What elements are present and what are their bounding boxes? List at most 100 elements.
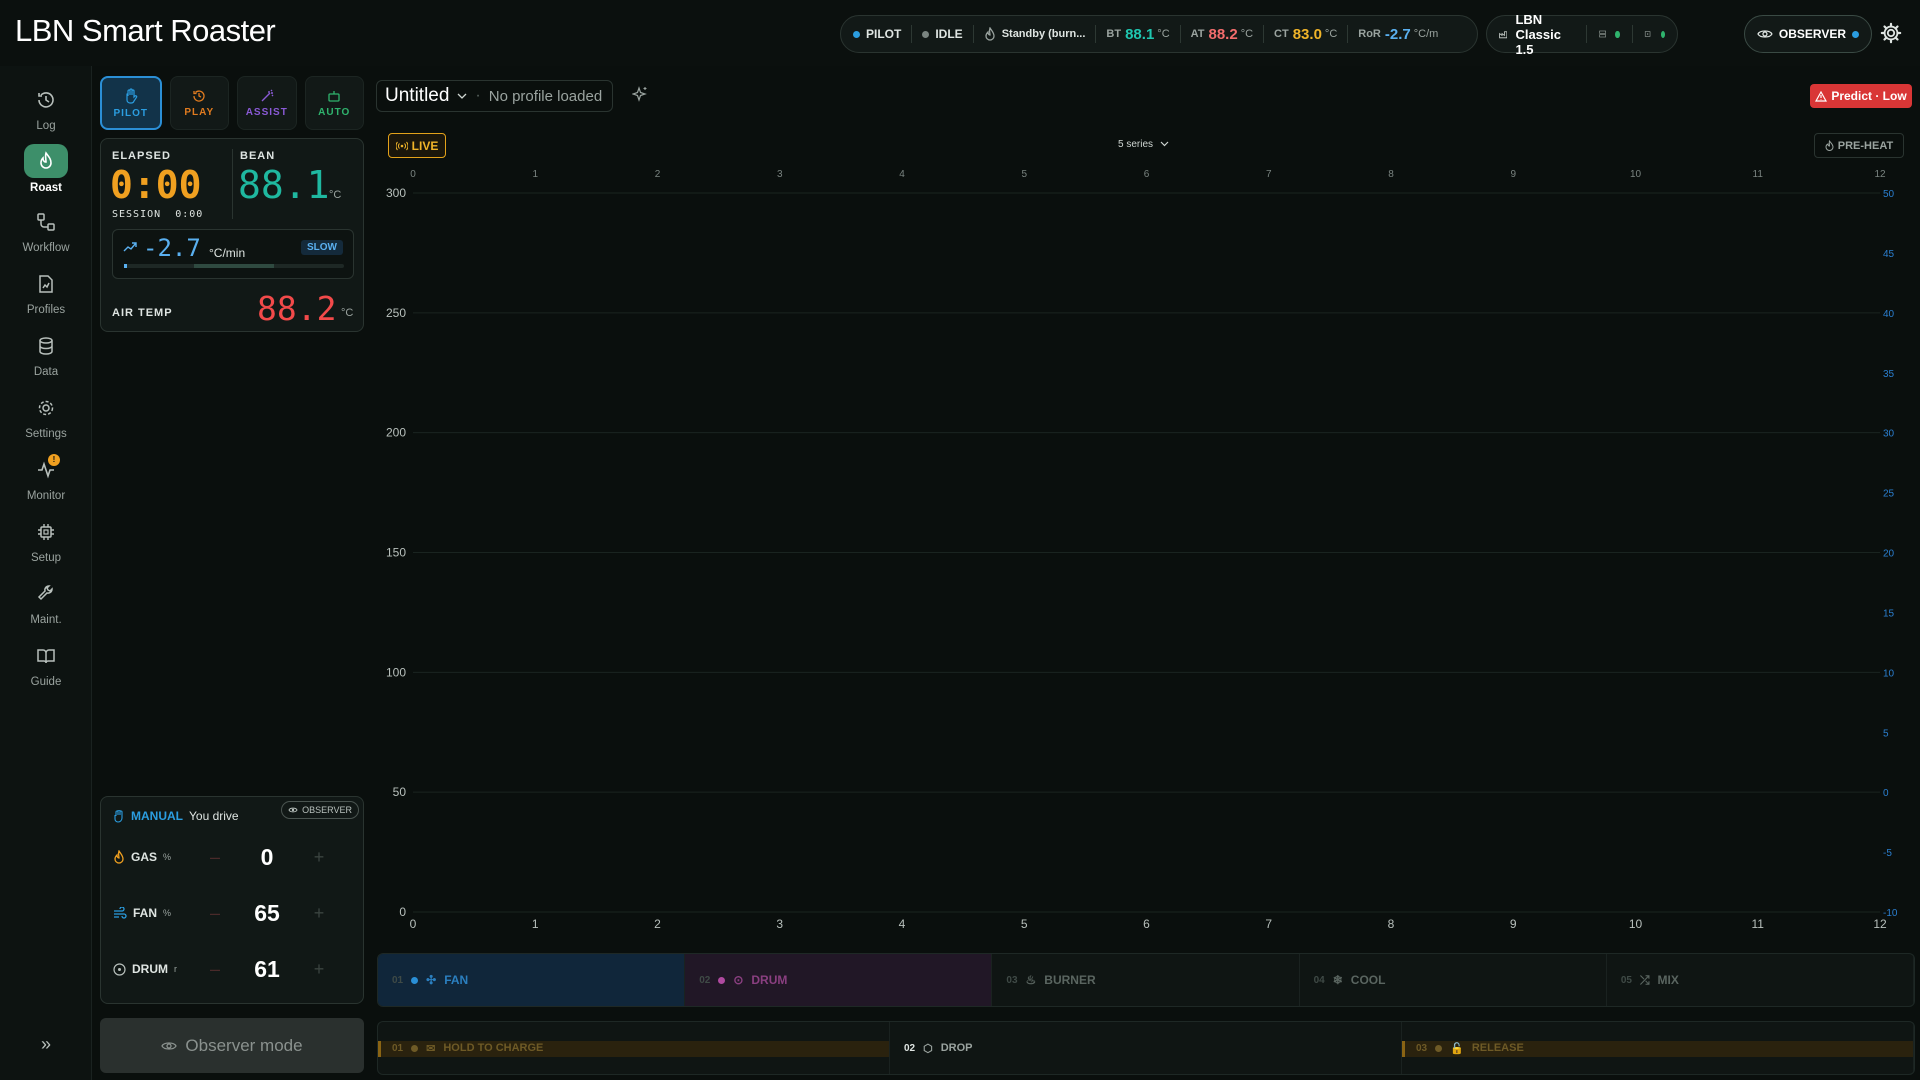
x-tick-label: 2 bbox=[654, 917, 661, 931]
x-tick-label: 6 bbox=[1143, 917, 1150, 931]
phase-number: 05 bbox=[1620, 974, 1632, 986]
phase-cool[interactable]: 04 ❄ COOL bbox=[1300, 954, 1607, 1006]
phase-drum[interactable]: 02 ⊙ DRUM bbox=[685, 954, 993, 1006]
sidebar-item-settings[interactable]: Settings bbox=[0, 392, 92, 440]
sidebar-item-data[interactable]: Data bbox=[0, 330, 92, 378]
phase-active-dot bbox=[411, 976, 419, 984]
preheat-button[interactable]: PRE-HEAT bbox=[1814, 133, 1904, 158]
drum-control: DRUM r – 61 + bbox=[113, 954, 353, 984]
sidebar-item-workflow[interactable]: Workflow bbox=[0, 206, 92, 254]
event-hold-to-charge-button[interactable]: 01 ✉ HOLD TO CHARGE bbox=[378, 1022, 890, 1074]
workflow-icon bbox=[37, 213, 55, 231]
mode-tab-play[interactable]: PLAY bbox=[169, 76, 229, 130]
sidebar-item-roast[interactable]: Roast bbox=[0, 144, 92, 194]
x-tick-label: 3 bbox=[776, 917, 783, 931]
wind-icon bbox=[114, 907, 127, 919]
wand-icon bbox=[261, 89, 274, 101]
fan-increase-button[interactable]: + bbox=[307, 903, 331, 924]
fan-value: 65 bbox=[254, 899, 280, 926]
fan-decrease-button[interactable]: – bbox=[203, 903, 227, 924]
app-header: LBN Smart Roaster PILOT IDLE Standby (bu… bbox=[0, 0, 1920, 66]
gas-decrease-button[interactable]: – bbox=[203, 847, 227, 868]
phase-mix[interactable]: 05 ⤮ MIX bbox=[1607, 954, 1914, 1006]
drum-increase-button[interactable]: + bbox=[307, 959, 331, 980]
gas-value: 0 bbox=[260, 843, 274, 870]
mode-tab-label: PILOT bbox=[113, 107, 148, 119]
y-right-tick-label: 25 bbox=[1883, 489, 1895, 500]
y-right-tick-label: 15 bbox=[1883, 608, 1895, 619]
event-label: RELEASE bbox=[1471, 1042, 1524, 1054]
warning-icon bbox=[1815, 90, 1828, 102]
sidebar-item-label: Roast bbox=[30, 182, 62, 194]
air-temp-unit: °C bbox=[341, 307, 354, 319]
sidebar-item-label: Guide bbox=[30, 676, 62, 688]
phase-label: BURNER bbox=[1044, 973, 1096, 987]
state-indicator: IDLE bbox=[922, 27, 963, 41]
x-tick-label: 12 bbox=[1873, 917, 1887, 931]
sidebar-item-label: Profiles bbox=[26, 304, 66, 316]
x-top-tick-label: 8 bbox=[1388, 169, 1394, 180]
sidebar-expand-button[interactable]: » bbox=[0, 1034, 92, 1055]
predict-badge[interactable]: Predict · Low bbox=[1810, 84, 1912, 108]
ct-unit: °C bbox=[1324, 28, 1338, 40]
sidebar-item-log[interactable]: Log bbox=[0, 84, 92, 132]
bt-label: BT bbox=[1106, 28, 1122, 40]
at-label: AT bbox=[1190, 28, 1205, 40]
sidebar-item-monitor[interactable]: ! Monitor bbox=[0, 454, 92, 502]
sparkle-icon[interactable] bbox=[632, 86, 648, 102]
chevron-down-icon bbox=[1160, 141, 1169, 147]
sidebar-item-profiles[interactable]: Profiles bbox=[0, 268, 92, 316]
shuffle-icon: ⤮ bbox=[1639, 972, 1650, 987]
profile-selector[interactable]: Untitled · No profile loaded bbox=[376, 80, 613, 112]
snowflake-icon: ❄ bbox=[1332, 973, 1343, 987]
sidebar-item-maint[interactable]: Maint. bbox=[0, 578, 92, 626]
drum-decrease-button[interactable]: – bbox=[203, 959, 227, 980]
event-drop-button[interactable]: 02 ⬡ DROP bbox=[890, 1022, 1402, 1074]
ror-unit: °C/m bbox=[1413, 28, 1439, 40]
observer-toggle[interactable]: OBSERVER bbox=[1744, 15, 1872, 53]
ror-value: -2.7 bbox=[143, 234, 201, 262]
mode-tab-auto[interactable]: AUTO bbox=[304, 76, 364, 130]
manual-subtitle: You drive bbox=[189, 809, 239, 823]
fan-control: FAN% – 65 + bbox=[113, 898, 353, 928]
ror-speed-badge: SLOW bbox=[301, 240, 343, 255]
sidebar-item-guide[interactable]: Guide bbox=[0, 640, 92, 688]
observer-mode-label: Observer mode bbox=[185, 1035, 303, 1055]
status-bar: PILOT IDLE Standby (burn... BT 88.1 °C AT 8… bbox=[840, 15, 1478, 53]
gas-unit: % bbox=[163, 852, 172, 862]
history-icon bbox=[38, 92, 54, 108]
gas-increase-button[interactable]: + bbox=[307, 847, 331, 868]
y-right-tick-label: 10 bbox=[1883, 668, 1895, 679]
phase-fan[interactable]: 01 ✣ FAN bbox=[378, 954, 686, 1006]
ror-gauge bbox=[124, 264, 344, 268]
x-top-tick-label: 6 bbox=[1144, 169, 1150, 180]
observer-mode-button[interactable]: Observer mode bbox=[100, 1018, 364, 1073]
y-left-tick-label: 250 bbox=[386, 306, 406, 320]
bean-label: BEAN bbox=[240, 150, 276, 162]
live-readout-panel: ELAPSED 0:00 SESSION 0:00 BEAN 88.1 °C -… bbox=[100, 138, 364, 332]
roast-chart[interactable]: 30025020015010050050454035302520151050-5… bbox=[370, 165, 1920, 935]
phase-controls: 01 ✣ FAN 02 ⊙ DRUM 03 ♨ BURNER 04 ❄ COOL 05 ⤮ MIX bbox=[377, 953, 1915, 1007]
fan-unit: % bbox=[163, 908, 172, 918]
event-release-button[interactable]: 03 🔓 RELEASE bbox=[1402, 1022, 1914, 1074]
sidebar-item-setup[interactable]: Setup bbox=[0, 516, 92, 564]
x-top-tick-label: 5 bbox=[1021, 169, 1027, 180]
ror-value: -2.7 bbox=[1384, 25, 1411, 43]
series-selector[interactable]: 5 series bbox=[1118, 139, 1169, 150]
mode-tab-assist[interactable]: ASSIST bbox=[237, 76, 297, 130]
machine-selector[interactable]: LBN Classic 1.5 bbox=[1486, 12, 1678, 57]
mode-tab-pilot[interactable]: PILOT bbox=[100, 76, 162, 130]
settings-gear-icon[interactable] bbox=[1880, 22, 1902, 44]
drum-icon: ⊙ bbox=[733, 973, 744, 987]
profile-status: No profile loaded bbox=[488, 87, 603, 105]
fan-icon: ✣ bbox=[426, 973, 437, 987]
flame-icon bbox=[1825, 140, 1834, 151]
event-controls: 01 ✉ HOLD TO CHARGE 02 ⬡ DROP 03 🔓 RELEASE bbox=[377, 1021, 1915, 1075]
drum-label: DRUM bbox=[132, 962, 168, 976]
preheat-label: PRE-HEAT bbox=[1837, 139, 1894, 152]
sidebar-item-label: Log bbox=[36, 120, 56, 132]
phase-burner[interactable]: 03 ♨ BURNER bbox=[992, 954, 1300, 1006]
phase-label: MIX bbox=[1657, 973, 1679, 987]
y-left-tick-label: 300 bbox=[386, 186, 406, 200]
y-right-tick-label: -5 bbox=[1883, 848, 1892, 859]
